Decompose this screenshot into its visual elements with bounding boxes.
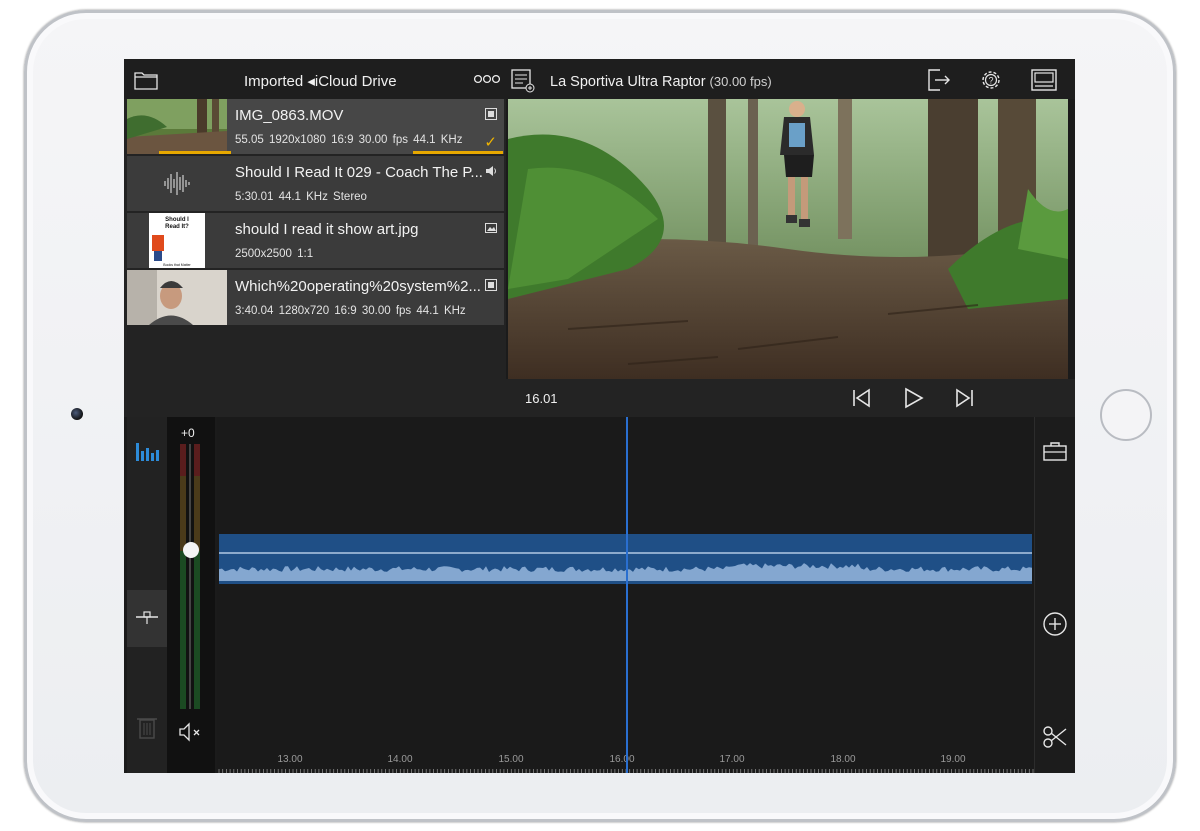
- volume-value: +0: [181, 426, 195, 440]
- trash-icon[interactable]: [134, 714, 160, 740]
- timeline[interactable]: 13.00 14.00 15.00 16.00 17.00 18.00 19.0…: [217, 417, 1034, 773]
- project-name: La Sportiva Ultra Raptor: [550, 74, 706, 90]
- folder-icon[interactable]: [134, 70, 158, 90]
- show-art-tagline: Books that Matter: [163, 263, 191, 267]
- toolbox-icon[interactable]: [1042, 439, 1068, 465]
- media-item-name: should I read it show art.jpg: [235, 221, 419, 238]
- forest-trail-thumbnail: [127, 99, 227, 154]
- skip-back-icon[interactable]: [849, 386, 875, 410]
- import-progress-bar: [159, 151, 231, 154]
- video-file-icon: [485, 108, 497, 120]
- layout-icon[interactable]: [1031, 67, 1057, 93]
- media-item-meta: 5:30.01 44.1 KHz Stereo: [235, 191, 367, 203]
- media-item[interactable]: IMG_0863.MOV 55.05 1920x1080 16:9 30.00 …: [127, 99, 504, 154]
- checkmark-icon: ✓: [484, 134, 497, 151]
- media-item[interactable]: Should I Read It 029 - Coach The P... 5:…: [127, 156, 504, 211]
- media-item[interactable]: Which%20operating%20system%2... 3:40.04 …: [127, 270, 504, 325]
- home-button[interactable]: [1100, 389, 1152, 441]
- timecode: 16.01: [525, 391, 558, 406]
- ruler-label: 17.00: [719, 754, 745, 765]
- volume-slider-knob[interactable]: [183, 542, 199, 558]
- volume-curve-tool[interactable]: [127, 590, 167, 647]
- more-options-icon[interactable]: [474, 73, 500, 85]
- ruler-label: 18.00: [830, 754, 856, 765]
- person-thumbnail: [127, 270, 227, 325]
- ruler-label: 13.00: [277, 754, 303, 765]
- project-list-icon[interactable]: [510, 67, 536, 93]
- mute-icon[interactable]: [179, 722, 203, 742]
- project-fps: (30.00 fps): [709, 74, 772, 89]
- image-file-icon: [485, 223, 497, 233]
- ruler-label: 16.00: [609, 754, 635, 765]
- audio-levels-icon[interactable]: [134, 439, 160, 465]
- settings-gear-icon[interactable]: ?: [978, 67, 1004, 93]
- transport-bar: 16.01: [506, 379, 1075, 417]
- media-item-name: Should I Read It 029 - Coach The P...: [235, 164, 483, 181]
- ruler-label: 15.00: [498, 754, 524, 765]
- level-meter-bars: [180, 444, 200, 709]
- media-item-meta: 3:40.04 1280x720 16:9 30.00 fps 44.1 KHz: [235, 305, 466, 317]
- ruler-label: 14.00: [387, 754, 413, 765]
- show-art-thumbnail: Should I Read It? Books that Matter: [127, 213, 227, 268]
- media-item-meta: 55.05 1920x1080 16:9 30.00 fps 44.1 KHz: [235, 134, 463, 146]
- media-browser: Imported ◂iCloud Drive IMG_0863.MOV 55.0…: [124, 59, 506, 417]
- skip-forward-icon[interactable]: [951, 386, 977, 410]
- add-icon[interactable]: [1042, 611, 1068, 637]
- camera-icon: [71, 408, 83, 420]
- browser-header: Imported ◂iCloud Drive: [124, 59, 506, 99]
- ruler-label: 19.00: [940, 754, 966, 765]
- video-file-icon: [485, 279, 497, 291]
- svg-text:?: ?: [988, 76, 993, 86]
- video-preview[interactable]: [508, 99, 1068, 379]
- media-item-meta: 2500x2500 1:1: [235, 248, 314, 260]
- media-item-name: IMG_0863.MOV: [235, 107, 344, 124]
- scissors-icon[interactable]: [1042, 724, 1068, 750]
- playhead[interactable]: [626, 417, 628, 773]
- show-art-title-line-1: Should I: [165, 217, 189, 223]
- volume-meter: +0: [167, 417, 215, 773]
- show-art-title-line-2: Read It?: [165, 224, 189, 230]
- export-icon[interactable]: [926, 67, 952, 93]
- app-screen: Imported ◂iCloud Drive IMG_0863.MOV 55.0…: [124, 59, 1075, 773]
- viewer-header: La Sportiva Ultra Raptor (30.00 fps) ?: [506, 59, 1075, 99]
- track-tools-rail: [127, 417, 167, 773]
- timeline-tools-rail: [1034, 417, 1075, 773]
- media-item-name: Which%20operating%20system%2...: [235, 278, 481, 295]
- project-title: La Sportiva Ultra Raptor (30.00 fps): [550, 74, 772, 90]
- play-icon[interactable]: [900, 386, 926, 410]
- speaker-icon: [486, 166, 496, 176]
- browser-location-title[interactable]: Imported ◂iCloud Drive: [244, 72, 397, 90]
- volume-curve-icon: [136, 611, 158, 624]
- media-item[interactable]: Should I Read It? Books that Matter shou…: [127, 213, 504, 268]
- audio-waveform-icon: [127, 156, 227, 211]
- import-progress-bar-right: [413, 151, 503, 154]
